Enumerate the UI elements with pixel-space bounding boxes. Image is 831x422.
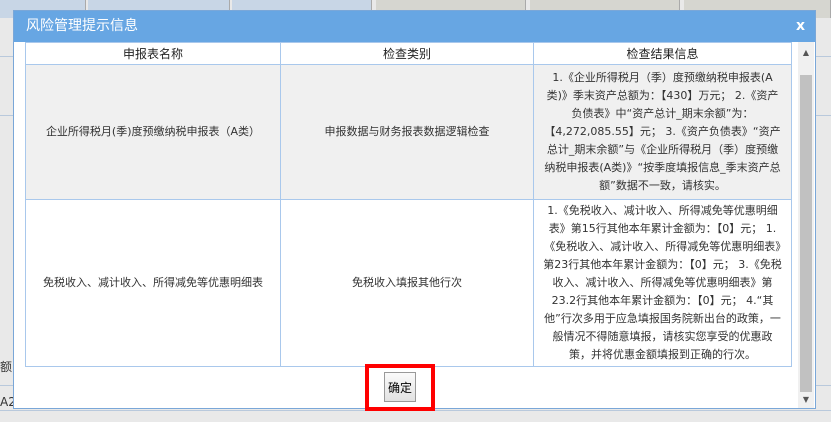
header-form-name: 申报表名称 xyxy=(25,42,281,65)
cell-form-name: 免税收入、减计收入、所得减免等优惠明细表 xyxy=(25,199,281,367)
risk-table: 申报表名称 检查类别 检查结果信息 企业所得税月(季)度预缴纳税申报表（A类） … xyxy=(25,42,792,367)
confirm-button[interactable]: 确定 xyxy=(384,372,416,402)
cell-form-name: 企业所得税月(季)度预缴纳税申报表（A类） xyxy=(25,64,281,200)
table-row: 企业所得税月(季)度预缴纳税申报表（A类） 申报数据与财务报表数据逻辑检查 1.… xyxy=(25,64,792,200)
cell-result: 1.《免税收入、减计收入、所得减免等优惠明细表》第15行其他本年累计金额为：【0… xyxy=(533,199,792,367)
cell-category: 免税收入填报其他行次 xyxy=(280,199,534,367)
scroll-down-arrow-icon[interactable]: ▼ xyxy=(798,395,814,404)
scroll-up-arrow-icon[interactable]: ▲ xyxy=(798,48,814,57)
header-check-category: 检查类别 xyxy=(280,42,534,65)
header-check-result: 检查结果信息 xyxy=(533,42,792,65)
confirm-highlight: 确定 xyxy=(365,364,435,411)
close-icon[interactable]: x xyxy=(796,11,805,42)
dialog-title: 风险管理提示信息 xyxy=(26,18,138,34)
vertical-scrollbar[interactable]: ▲ ▼ xyxy=(798,42,814,408)
risk-dialog: 风险管理提示信息 x 申报表名称 检查类别 检查结果信息 企业所得税月(季)度预… xyxy=(13,10,816,411)
cell-result: 1.《企业所得税月（季）度预缴纳税申报表(A类)》季末资产总额为：【430】万元… xyxy=(533,64,792,200)
scrollbar-thumb[interactable] xyxy=(800,75,812,392)
dialog-header: 风险管理提示信息 x xyxy=(14,11,815,42)
cell-category: 申报数据与财务报表数据逻辑检查 xyxy=(280,64,534,200)
table-row: 免税收入、减计收入、所得减免等优惠明细表 免税收入填报其他行次 1.《免税收入、… xyxy=(25,199,792,367)
bg-text: 额 xyxy=(0,360,13,374)
